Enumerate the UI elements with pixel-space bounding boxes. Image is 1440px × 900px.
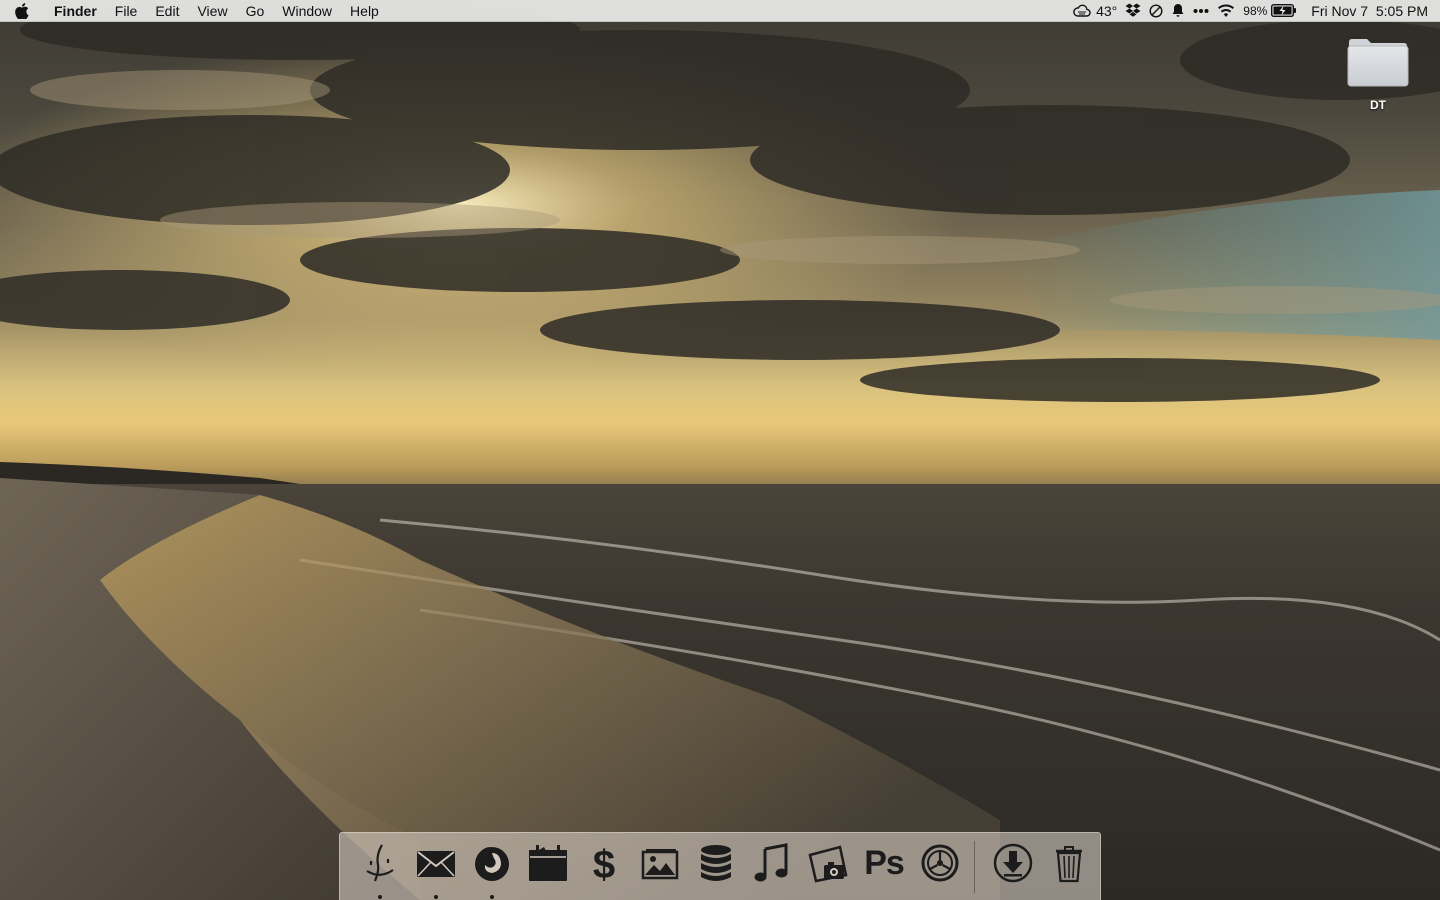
dollar-icon: $ (593, 843, 615, 885)
dock-item-money[interactable]: $ (576, 833, 632, 900)
trash-icon (1056, 846, 1082, 883)
wallpaper-scene (0, 0, 1440, 900)
music-icon (754, 843, 788, 882)
download-icon (993, 843, 1033, 883)
cloud-icon (1073, 4, 1091, 17)
dock-item-system-preferences[interactable] (912, 833, 968, 900)
dropbox-icon (1125, 3, 1141, 17)
clock-status[interactable]: Fri Nov 7 5:05 PM (1301, 0, 1432, 22)
folder-icon (1347, 39, 1409, 87)
dock-item-calendar[interactable] (520, 833, 576, 900)
dnd-status[interactable] (1145, 0, 1167, 22)
photos-icon (641, 849, 679, 880)
wifi-icon (1218, 3, 1235, 17)
menu-bar: Finder File Edit View Go Window Help 43° (0, 0, 1440, 22)
firefox-icon (475, 847, 509, 881)
menu-file[interactable]: File (106, 0, 147, 22)
desktop-folder-dt[interactable]: DT (1338, 36, 1418, 112)
gear-icon (921, 844, 959, 882)
dock: $ Ps (339, 832, 1101, 900)
mail-icon (417, 851, 455, 877)
calendar-icon (529, 845, 567, 881)
finder-icon (366, 844, 394, 882)
notification-status[interactable] (1167, 0, 1189, 22)
photoshop-icon: Ps (864, 844, 905, 882)
dock-item-downloads[interactable] (985, 833, 1041, 900)
temperature-text: 43° (1096, 2, 1118, 19)
menu-go[interactable]: Go (237, 0, 274, 22)
menu-bar-status: 43° 98% Fri Nov 7 5:05 PM (1069, 0, 1440, 22)
dock-item-database[interactable] (688, 833, 744, 900)
menu-bar-left: Finder File Edit View Go Window Help (0, 0, 388, 22)
menu-help[interactable]: Help (341, 0, 388, 22)
battery-status[interactable]: 98% (1239, 0, 1301, 22)
dock-item-music[interactable] (744, 833, 800, 900)
dock-separator (974, 841, 975, 893)
running-indicator (378, 895, 382, 899)
dock-item-trash[interactable] (1041, 833, 1097, 900)
menu-app-finder[interactable]: Finder (44, 0, 106, 22)
running-indicator (434, 895, 438, 899)
desktop-folder-label: DT (1370, 98, 1386, 112)
database-icon (701, 845, 731, 881)
menu-window[interactable]: Window (273, 0, 341, 22)
clock-text: Fri Nov 7 5:05 PM (1311, 2, 1428, 19)
ellipsis-icon (1193, 8, 1209, 13)
dock-item-mail[interactable] (408, 833, 464, 900)
dock-item-firefox[interactable] (464, 833, 520, 900)
wifi-status[interactable] (1213, 0, 1239, 22)
dock-item-finder[interactable] (352, 833, 408, 900)
weather-status[interactable]: 43° (1069, 0, 1121, 22)
running-indicator (490, 895, 494, 899)
more-status[interactable] (1189, 0, 1213, 22)
battery-charging-icon (1271, 4, 1297, 17)
apple-icon[interactable] (0, 0, 44, 22)
bell-icon (1172, 4, 1184, 17)
camera-photo-icon (808, 845, 848, 883)
do-not-disturb-icon (1149, 3, 1163, 18)
menu-view[interactable]: View (188, 0, 236, 22)
desktop-wallpaper (0, 0, 1440, 900)
dock-item-image-capture[interactable] (800, 833, 856, 900)
menu-edit[interactable]: Edit (146, 0, 188, 22)
dock-item-photos[interactable] (632, 833, 688, 900)
svg-text:$: $ (593, 843, 615, 885)
dock-item-photoshop[interactable]: Ps (856, 833, 912, 900)
dropbox-status[interactable] (1121, 0, 1145, 22)
battery-percent-text: 98% (1243, 3, 1268, 18)
